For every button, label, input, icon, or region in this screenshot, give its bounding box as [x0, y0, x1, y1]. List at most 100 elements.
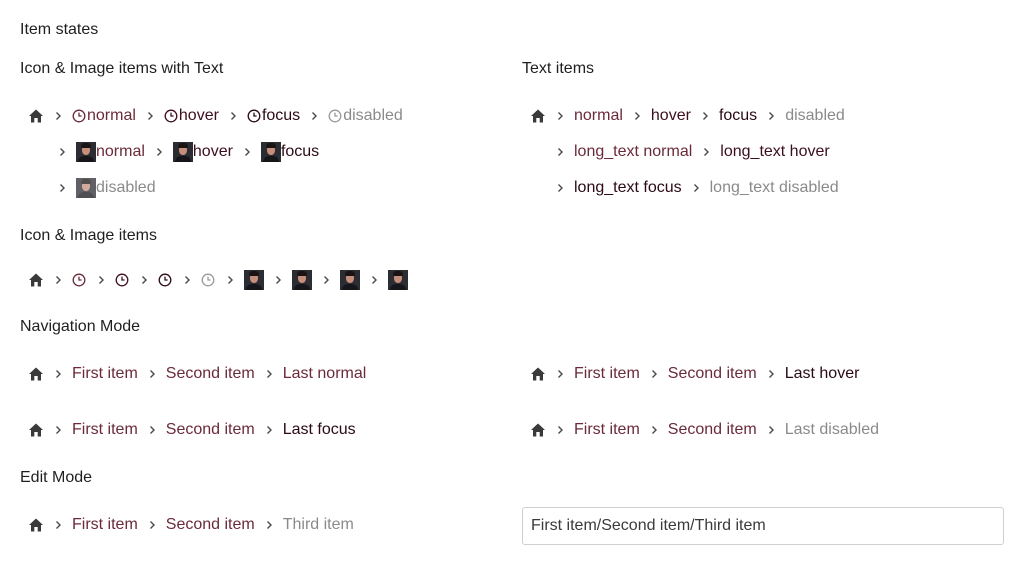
chevron-right-icon — [44, 520, 72, 530]
crumb-second-item[interactable]: Second item — [166, 421, 255, 439]
chevron-right-icon — [44, 369, 72, 379]
avatar-image — [388, 270, 408, 290]
crumb-long-text-hover[interactable]: long_text hover — [720, 143, 829, 161]
section-title-edit-mode: Edit Mode — [20, 469, 93, 486]
chevron-right-icon — [360, 275, 388, 285]
chevron-right-icon — [682, 183, 710, 193]
chevron-right-icon — [300, 111, 328, 121]
breadcrumb-nav-last-normal: First item Second item Last normal — [20, 362, 366, 386]
avatar-image — [76, 178, 96, 198]
clock-icon — [164, 109, 178, 123]
crumb-focus[interactable]: focus — [260, 142, 319, 162]
breadcrumb-edit: First item Second item Third item — [20, 513, 354, 537]
crumb-long-text-normal[interactable]: long_text normal — [574, 143, 692, 161]
chevron-right-icon — [138, 520, 166, 530]
chevron-right-icon — [255, 520, 283, 530]
crumb-disabled: disabled — [785, 107, 845, 124]
crumb-clock-disabled — [201, 273, 216, 287]
crumb-first-item[interactable]: First item — [72, 516, 138, 534]
breadcrumb-text-row1: normal hover focus disabled — [522, 104, 845, 128]
crumb-second-item[interactable]: Second item — [668, 421, 757, 439]
crumb-third-item: Third item — [282, 516, 354, 533]
crumb-avatar-normal[interactable] — [244, 270, 264, 290]
crumb-hover[interactable]: hover — [651, 107, 691, 125]
crumb-hover[interactable]: hover — [172, 142, 233, 162]
crumb-avatar-focus[interactable] — [340, 270, 360, 290]
chevron-right-icon — [216, 275, 244, 285]
crumb-normal[interactable]: normal — [76, 142, 145, 162]
chevron-right-icon — [640, 369, 668, 379]
chevron-right-icon — [546, 183, 574, 193]
avatar-image — [260, 142, 281, 162]
chevron-right-icon — [264, 275, 292, 285]
crumb-first-item[interactable]: First item — [574, 365, 640, 383]
chevron-right-icon — [233, 147, 261, 157]
crumb-long-text-focus[interactable]: long_text focus — [574, 179, 682, 197]
crumb-long-text-disabled: long_text disabled — [709, 179, 839, 196]
crumb-first-item[interactable]: First item — [72, 421, 138, 439]
crumb-last-normal[interactable]: Last normal — [283, 365, 367, 383]
crumb-avatar-hover[interactable] — [292, 270, 312, 290]
home-icon[interactable] — [28, 108, 44, 124]
home-icon[interactable] — [530, 108, 546, 124]
section-title-icon-image-text: Icon & Image items with Text — [20, 60, 224, 77]
chevron-right-icon — [623, 111, 651, 121]
chevron-right-icon — [173, 275, 201, 285]
chevron-right-icon — [138, 369, 166, 379]
crumb-normal[interactable]: normal — [574, 107, 623, 125]
chevron-right-icon — [546, 425, 574, 435]
chevron-right-icon — [691, 111, 719, 121]
crumb-second-item[interactable]: Second item — [166, 516, 255, 534]
home-icon[interactable] — [28, 517, 44, 533]
chevron-right-icon — [138, 425, 166, 435]
crumb-focus[interactable]: focus — [719, 107, 757, 125]
crumb-last-focus[interactable]: Last focus — [283, 421, 356, 439]
chevron-right-icon — [757, 369, 785, 379]
crumb-disabled: disabled — [76, 178, 156, 198]
crumb-clock-focus[interactable] — [158, 273, 173, 287]
crumb-second-item[interactable]: Second item — [166, 365, 255, 383]
chevron-right-icon — [219, 111, 247, 121]
home-icon[interactable] — [28, 272, 44, 288]
breadcrumb-icon-text-row3: disabled — [48, 176, 156, 200]
chevron-right-icon — [757, 425, 785, 435]
avatar-image — [172, 142, 193, 162]
home-icon[interactable] — [28, 422, 44, 438]
breadcrumb-text-row3: long_text focus long_text disabled — [546, 176, 839, 200]
chevron-right-icon — [692, 147, 720, 157]
home-icon[interactable] — [530, 422, 546, 438]
breadcrumb-nav-last-hover: First item Second item Last hover — [522, 362, 859, 386]
crumb-focus[interactable]: focus — [247, 107, 300, 125]
crumb-clock-hover[interactable] — [115, 273, 130, 287]
chevron-right-icon — [130, 275, 158, 285]
crumb-hover[interactable]: hover — [164, 107, 219, 125]
crumb-second-item[interactable]: Second item — [668, 365, 757, 383]
crumb-first-item[interactable]: First item — [72, 365, 138, 383]
crumb-normal[interactable]: normal — [72, 107, 136, 125]
home-icon[interactable] — [530, 366, 546, 382]
breadcrumb-nav-last-focus: First item Second item Last focus — [20, 418, 356, 442]
breadcrumb-icon-text-row1: normal hover focus disabled — [20, 104, 403, 128]
crumb-last-hover[interactable]: Last hover — [785, 365, 860, 383]
crumb-clock-normal[interactable] — [72, 273, 87, 287]
crumb-first-item[interactable]: First item — [574, 421, 640, 439]
chevron-right-icon — [757, 111, 785, 121]
clock-icon — [115, 273, 129, 287]
clock-icon — [247, 109, 261, 123]
crumb-disabled: disabled — [328, 107, 403, 125]
breadcrumb-icon-image — [20, 268, 408, 292]
chevron-right-icon — [546, 369, 574, 379]
clock-icon — [201, 273, 215, 287]
home-icon[interactable] — [28, 366, 44, 382]
breadcrumb-nav-last-disabled: First item Second item Last disabled — [522, 418, 879, 442]
breadcrumb-path-input[interactable] — [522, 507, 1004, 545]
crumb-last-disabled: Last disabled — [784, 421, 880, 438]
chevron-right-icon — [546, 147, 574, 157]
clock-icon — [328, 109, 342, 123]
avatar-image — [244, 270, 264, 290]
section-title-text-items: Text items — [522, 60, 595, 77]
chevron-right-icon — [44, 275, 72, 285]
avatar-image — [292, 270, 312, 290]
avatar-image — [76, 142, 96, 162]
chevron-right-icon — [312, 275, 340, 285]
